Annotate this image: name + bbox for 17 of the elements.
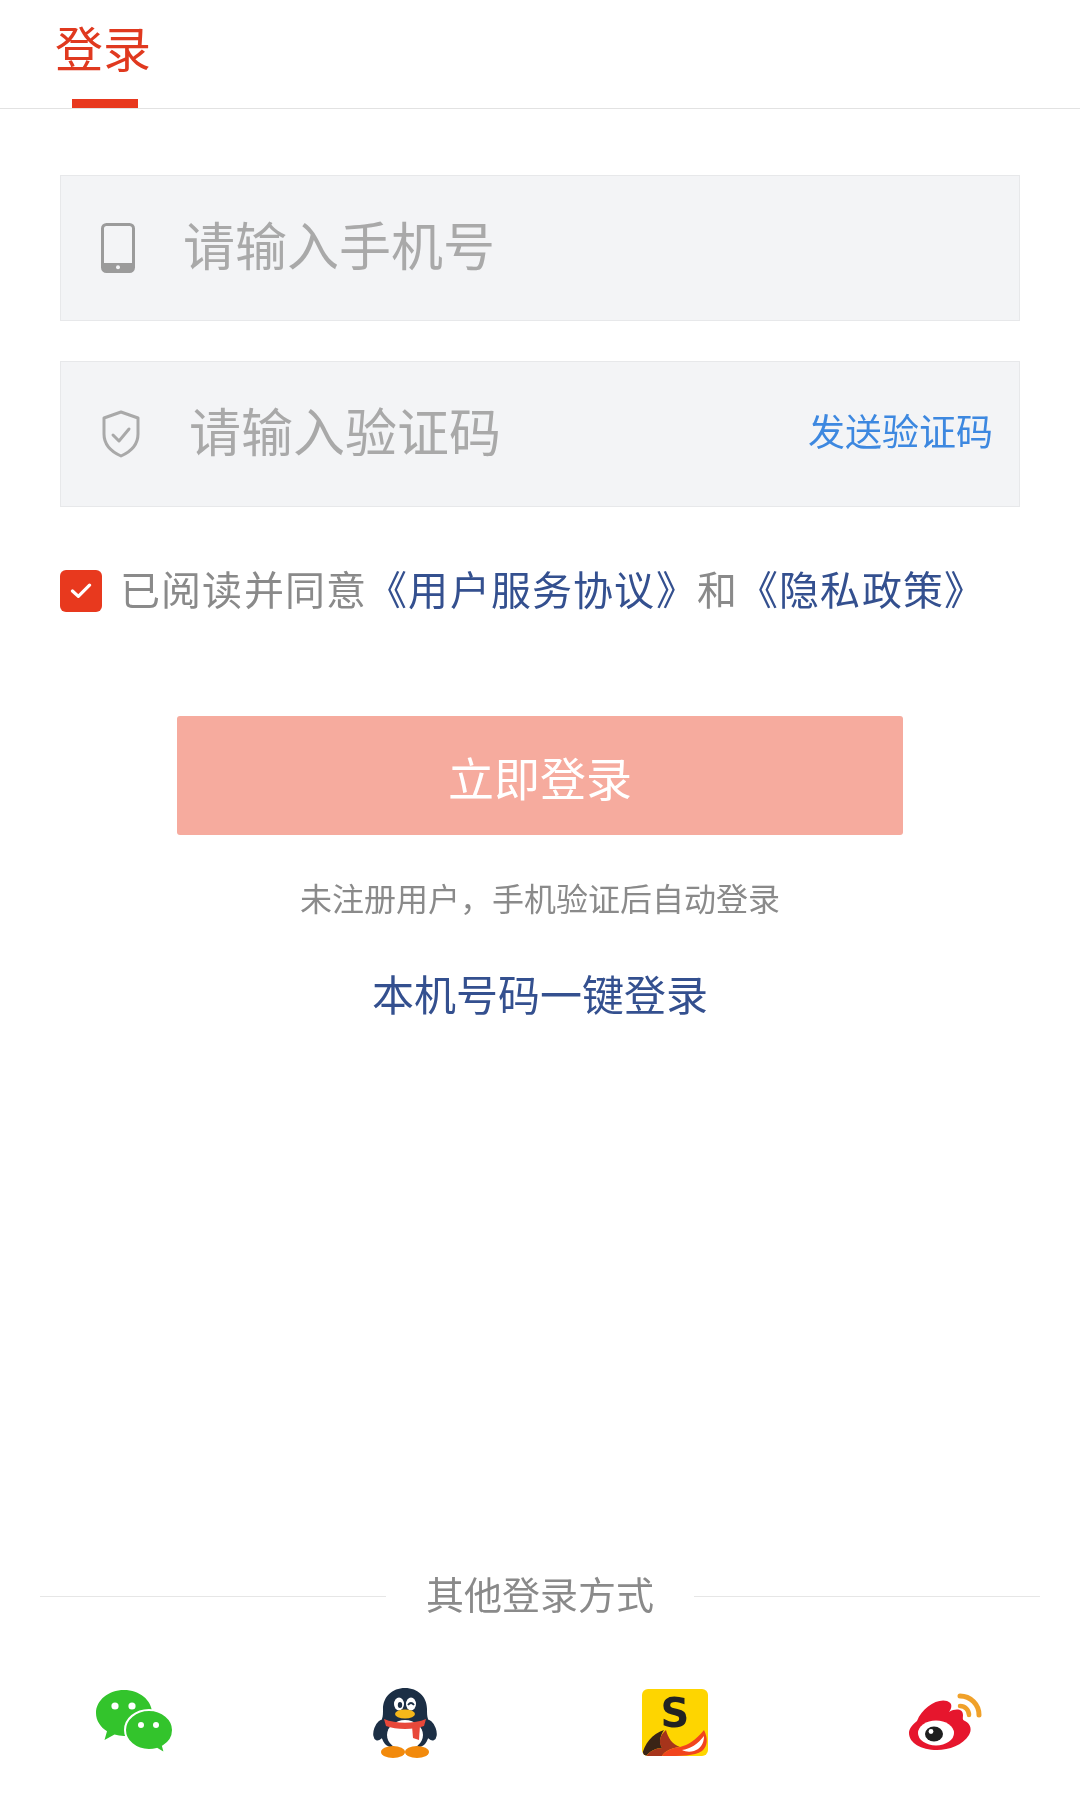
phone-number-field[interactable]: 请输入手机号: [60, 175, 1020, 321]
verification-code-input[interactable]: 请输入验证码: [189, 404, 808, 464]
penguin-icon[interactable]: [372, 1685, 438, 1759]
shield-check-icon: [101, 410, 141, 458]
agreement-text: 已阅读并同意《用户服务协议》和《隐私政策》: [120, 567, 986, 615]
one-click-login-link[interactable]: 本机号码一键登录: [372, 972, 708, 1022]
hint-text: 未注册用户，手机验证后自动登录: [300, 880, 780, 920]
eye-logo-icon[interactable]: [907, 1693, 983, 1751]
phone-number-input[interactable]: 请输入手机号: [183, 218, 993, 278]
tab[interactable]: 登录: [55, 0, 151, 108]
document-link[interactable]: 《用户服务协议》: [367, 568, 697, 614]
phone-icon: [101, 223, 135, 273]
letter-logo-icon[interactable]: S: [642, 1688, 708, 1756]
check-icon: [70, 583, 92, 599]
section-title: 其他登录方式: [426, 1573, 654, 1620]
document-link[interactable]: 《隐私政策》: [738, 568, 986, 614]
checkbox[interactable]: [60, 570, 102, 612]
